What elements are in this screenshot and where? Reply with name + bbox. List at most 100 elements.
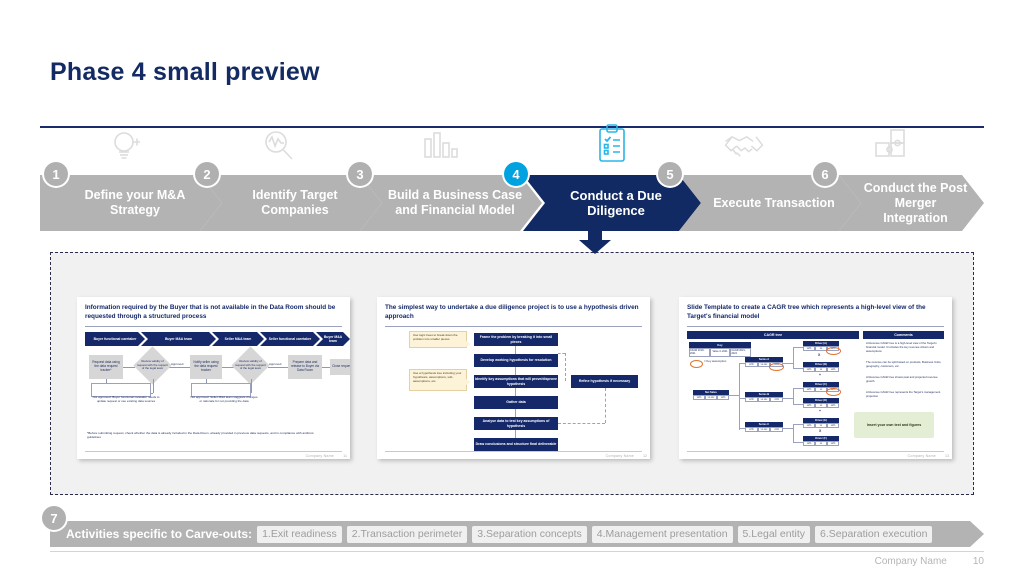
cagr-branch-node-3: Series C xx% xx.xxx xx% — [745, 422, 784, 432]
carveout-tag-1[interactable]: 1.Exit readiness — [257, 525, 342, 543]
feedback-path — [558, 353, 565, 354]
process-step-5-badge: 5 — [658, 162, 682, 186]
hypothesis-step-6: Draw conclusions and structure final del… — [474, 438, 558, 451]
rejection-note-2: Not approved: Seller M&A team suggests c… — [190, 395, 258, 403]
branch-3-cell-2: xx.xxx — [757, 427, 771, 432]
key-cells: CAGR 2019-2021 Value in 2021 CAGR 2021-2… — [689, 348, 752, 357]
feedback-path — [565, 353, 566, 381]
clipboard-checklist-icon — [588, 124, 636, 165]
root-cell-3: xx% — [717, 395, 729, 400]
branch-3-cell-1: xx% — [745, 427, 758, 432]
process-chain: Define your M&A Strategy 1 Identify Targ… — [40, 124, 984, 231]
lightbulb-icon — [102, 127, 150, 167]
bar-chart-icon — [415, 127, 463, 167]
driver-2-cell-3: xx% — [827, 367, 839, 372]
driver-3-highlight-ellipse — [826, 387, 841, 396]
flow-decision-review-1: Review validity of request with the supp… — [137, 359, 168, 371]
cagr-tree-header: CAGR tree — [687, 331, 859, 339]
preview-panel: Information required by the Buyer that i… — [50, 252, 974, 495]
card-3-footer-page: 13 — [945, 454, 949, 458]
process-step-2-badge: 2 — [195, 162, 219, 186]
swimlane-3: Seller M&A team — [212, 332, 264, 346]
comments-header: Comments — [863, 331, 944, 339]
hypothesis-step-1: Frame the problem by breaking it into sm… — [474, 333, 558, 346]
carveout-tag-4[interactable]: 4.Management presentation — [591, 525, 733, 543]
feedback-path — [558, 423, 605, 424]
driver-5-cell-3: xx% — [827, 423, 839, 428]
footer-page-number: 10 — [972, 556, 984, 567]
key-cell-1: CAGR 2019-2021 — [689, 348, 710, 357]
down-arrow-icon — [578, 228, 612, 254]
operator-2: + — [819, 373, 821, 377]
slide-preview-card-1[interactable]: Information required by the Buyer that i… — [77, 297, 350, 459]
driver-5-cells: xx% xx xx% — [803, 423, 839, 428]
flow-box-request: Request data using the data request trac… — [89, 355, 123, 379]
process-step-6-label: Conduct the Post Merger Integration — [863, 180, 968, 225]
driver-5-cell-1: xx% — [803, 423, 815, 428]
root-cells: xx% xx.xxx xx% — [693, 395, 729, 400]
comment-3: A Revenue CAGR tree shows past and proje… — [866, 375, 938, 383]
driver-2-cell-2: xx — [815, 367, 827, 372]
branch-3-cells: xx% xx.xxx xx% — [745, 427, 784, 432]
handshake-icon — [720, 127, 768, 167]
process-step-5[interactable]: Execute Transaction — [679, 175, 861, 231]
flow-connector — [169, 367, 191, 368]
operator-3: + — [819, 409, 821, 413]
slide-preview-card-3[interactable]: Slide Template to create a CAGR tree whi… — [679, 297, 952, 459]
comment-2: The revenue can be split based on produc… — [866, 360, 942, 368]
slide-canvas: Phase 4 small preview Define your M&A St… — [0, 0, 1024, 576]
swimlane-2: Buyer M&A team — [141, 332, 216, 346]
branch-3-cell-3: xx% — [770, 427, 784, 432]
carveout-badge: 7 — [42, 506, 66, 530]
process-step-6-badge: 6 — [813, 162, 837, 186]
flow-connector-label-approved-2: Approved — [269, 362, 282, 366]
cagr-driver-node-6: Driver (F) xx% xx xx% — [803, 436, 839, 446]
process-step-6[interactable]: Conduct the Post Merger Integration — [839, 175, 984, 231]
card-1-swimlane-band: Buyer functional caretaker Buyer M&A tea… — [85, 332, 342, 346]
branch-1-highlight-ellipse — [769, 362, 784, 371]
card-3-footer-company: Company Name — [907, 454, 936, 458]
rejection-note-1: Not approved: Buyer functional caretaker… — [92, 395, 160, 403]
flow-box-close: Close request — [330, 359, 350, 375]
process-step-1[interactable]: Define your M&A Strategy — [40, 175, 222, 231]
cagr-driver-node-2: Driver (B) xx% xx xx% — [803, 362, 839, 372]
carveout-tag-5[interactable]: 5.Legal entity — [737, 525, 811, 543]
process-step-5-label: Execute Transaction — [713, 195, 835, 210]
flow-box-prepare: Prepare data and release to Buyer via Da… — [288, 355, 322, 379]
key-cell-3: CAGR 2021-2024 — [730, 348, 752, 357]
swimlane-5: Buyer M&A team — [316, 332, 350, 346]
carveout-bar[interactable]: Activities specific to Carve-outs: 1.Exi… — [50, 521, 984, 547]
process-step-1-label: Define your M&A Strategy — [84, 188, 186, 217]
page-title: Phase 4 small preview — [50, 58, 320, 86]
feedback-path — [605, 388, 606, 423]
comment-4: A Revenue CAGR tree represents the Targe… — [866, 390, 941, 398]
card-3-footer-divider — [687, 451, 944, 452]
carveout-tag-2[interactable]: 2.Transaction perimeter — [346, 525, 468, 543]
card-1-footer-divider — [85, 451, 342, 452]
carveout-label: Activities specific to Carve-outs: — [66, 527, 253, 541]
driver-2-cell-1: xx% — [803, 367, 815, 372]
process-step-1-badge: 1 — [44, 162, 68, 186]
cagr-root-node: Net Sales xx% xx.xxx xx% — [693, 390, 729, 400]
driver-2-cells: xx% xx xx% — [803, 367, 839, 372]
slide-preview-card-2[interactable]: The simplest way to undertake a due dili… — [377, 297, 650, 459]
flow-connector — [515, 430, 516, 438]
flow-connector — [268, 367, 290, 368]
cagr-driver-node-5: Driver (E) xx% xx xx% — [803, 418, 839, 428]
hypothesis-step-4: Gather data — [474, 396, 558, 409]
swimlane-4: Seller functional caretaker — [260, 332, 320, 346]
key-assumption-ellipse — [690, 360, 703, 368]
card-3-divider — [687, 326, 944, 327]
flow-connector — [515, 409, 516, 417]
driver-4-cell-2: xx — [815, 403, 827, 408]
driver-4-cell-3: xx% — [827, 403, 839, 408]
process-step-3-badge: 3 — [348, 162, 372, 186]
card-1-footer-company: Company Name — [305, 454, 334, 458]
driver-5-cell-2: xx — [815, 423, 827, 428]
search-magnifier-icon — [256, 127, 304, 167]
driver-1-highlight-ellipse — [826, 346, 841, 355]
carveout-bar-content: Activities specific to Carve-outs: 1.Exi… — [50, 521, 984, 547]
carveout-tag-6[interactable]: 6.Separation execution — [815, 525, 933, 543]
card-1-divider — [85, 326, 342, 327]
carveout-tag-3[interactable]: 3.Separation concepts — [472, 525, 587, 543]
